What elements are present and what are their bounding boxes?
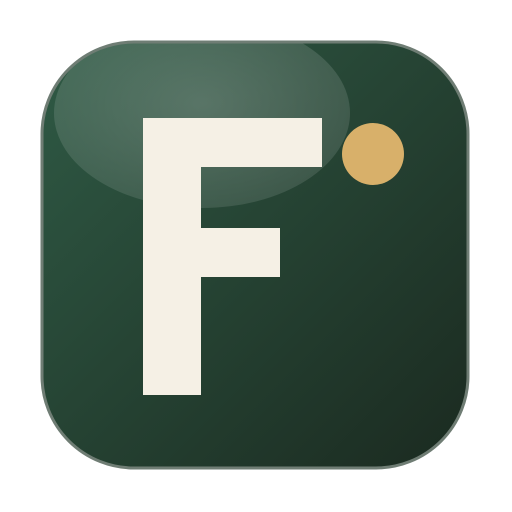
canvas bbox=[0, 0, 512, 512]
accent-dot bbox=[342, 123, 404, 185]
app-icon[interactable] bbox=[40, 40, 470, 470]
